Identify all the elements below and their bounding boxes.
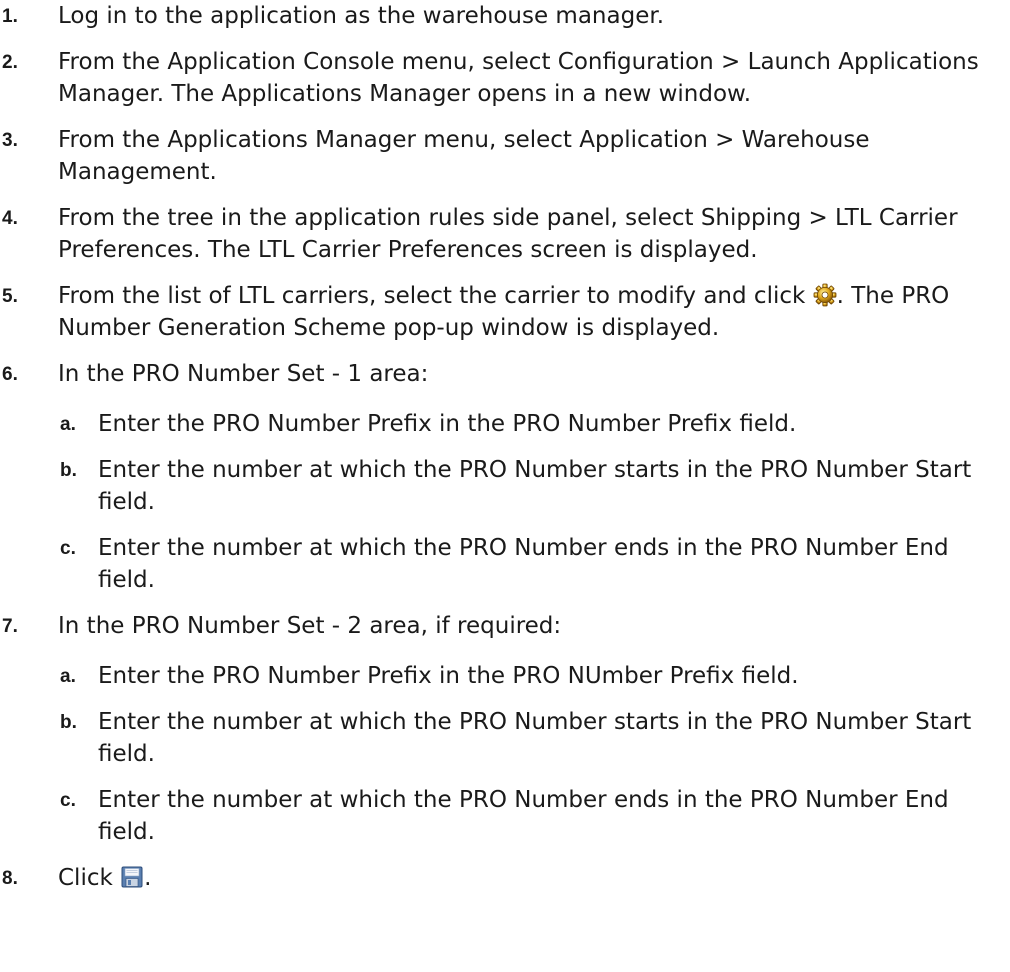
step-text-before: From the list of LTL carriers, select th… (58, 283, 813, 309)
step-number: 6. (2, 364, 18, 385)
step-number: 8. (2, 868, 18, 889)
gear-icon (813, 283, 837, 307)
substep-letter: b. (60, 712, 77, 733)
substeps: a. Enter the PRO Number Prefix in the PR… (58, 660, 1000, 848)
substep-text: Enter the number at which the PRO Number… (98, 709, 972, 767)
step-text: From the Applications Manager menu, sele… (58, 127, 870, 185)
substep-a: a. Enter the PRO Number Prefix in the PR… (58, 660, 1000, 692)
step-6: 6. In the PRO Number Set - 1 area: a. En… (0, 358, 1000, 596)
step-number: 3. (2, 130, 18, 151)
step-text: In the PRO Number Set - 2 area, if requi… (58, 613, 562, 639)
step-text: Log in to the application as the warehou… (58, 3, 665, 29)
substep-b: b. Enter the number at which the PRO Num… (58, 706, 1000, 770)
substep-text: Enter the number at which the PRO Number… (98, 457, 972, 515)
step-1: 1. Log in to the application as the ware… (0, 0, 1000, 32)
step-4: 4. From the tree in the application rule… (0, 202, 1000, 266)
substep-letter: c. (60, 538, 76, 559)
substep-letter: b. (60, 460, 77, 481)
step-7: 7. In the PRO Number Set - 2 area, if re… (0, 610, 1000, 848)
substep-a: a. Enter the PRO Number Prefix in the PR… (58, 408, 1000, 440)
step-text-before: Click (58, 865, 121, 891)
step-number: 5. (2, 286, 18, 307)
step-5: 5. From the list of LTL carriers, select… (0, 280, 1000, 344)
substep-text: Enter the PRO Number Prefix in the PRO N… (98, 411, 797, 437)
substeps: a. Enter the PRO Number Prefix in the PR… (58, 408, 1000, 596)
step-8: 8. Click . (0, 862, 1000, 894)
substep-letter: c. (60, 790, 76, 811)
substep-c: c. Enter the number at which the PRO Num… (58, 532, 1000, 596)
step-number: 4. (2, 208, 18, 229)
step-number: 1. (2, 6, 18, 27)
step-text: From the Application Console menu, selec… (58, 49, 979, 107)
substep-b: b. Enter the number at which the PRO Num… (58, 454, 1000, 518)
procedure-steps: 1. Log in to the application as the ware… (0, 0, 1000, 908)
substep-letter: a. (60, 666, 76, 687)
substep-text: Enter the number at which the PRO Number… (98, 787, 949, 845)
substep-text: Enter the number at which the PRO Number… (98, 535, 949, 593)
substep-c: c. Enter the number at which the PRO Num… (58, 784, 1000, 848)
step-number: 2. (2, 52, 18, 73)
step-text: In the PRO Number Set - 1 area: (58, 361, 429, 387)
substep-letter: a. (60, 414, 76, 435)
substep-text: Enter the PRO Number Prefix in the PRO N… (98, 663, 799, 689)
step-3: 3. From the Applications Manager menu, s… (0, 124, 1000, 188)
step-2: 2. From the Application Console menu, se… (0, 46, 1000, 110)
step-text: From the tree in the application rules s… (58, 205, 958, 263)
step-number: 7. (2, 616, 18, 637)
save-icon (120, 865, 144, 889)
step-text-after: . (144, 865, 152, 891)
